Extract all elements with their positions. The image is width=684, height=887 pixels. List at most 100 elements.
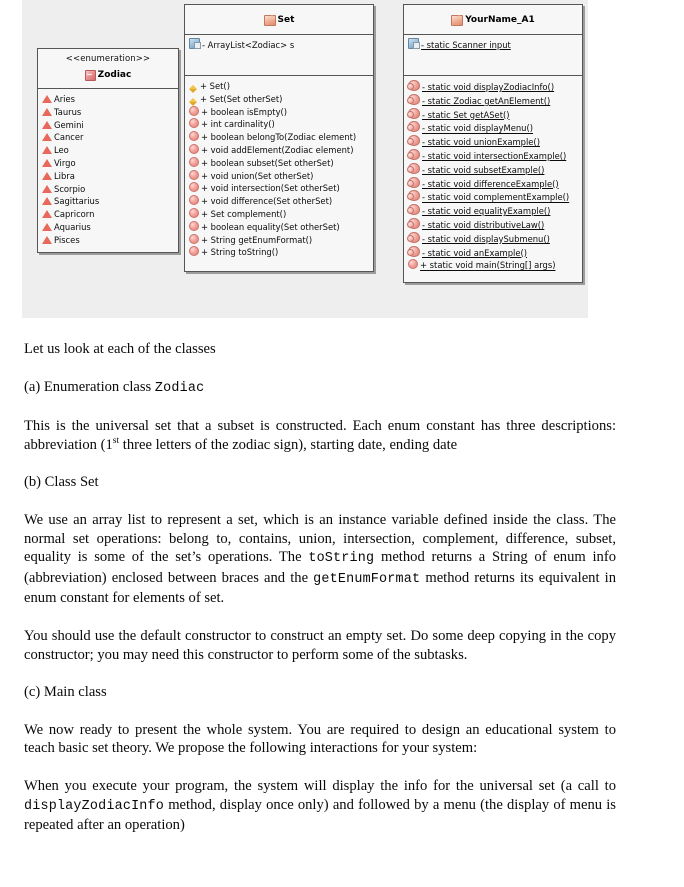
uml-member-row[interactable]: Cancer [41,131,176,144]
heading-c: (c) Main class [24,684,107,701]
uml-member-row[interactable]: - static Scanner input [407,38,580,52]
uml-member-row[interactable]: Gemini [41,119,176,132]
uml-member-row[interactable]: + void union(Set otherSet) [188,169,371,183]
uml-member-row[interactable]: + String toString() [188,246,371,259]
uml-class-box-set[interactable]: Set - ArrayList<Zodiac> s + Set() + Set(S… [184,4,374,273]
uml-member-label: - static void differenceExample() [422,178,559,189]
document-body: Let us look at each of the classes (a) E… [24,340,616,854]
method-icon [189,246,199,257]
uml-member-row[interactable]: - static void displayMenu() [407,121,580,135]
uml-member-label: Virgo [54,158,76,169]
uml-methods-section-set: + Set() + Set(Set otherSet) + boolean isEm… [185,76,373,272]
enum-constant-icon [42,107,52,116]
uml-member-row[interactable]: Taurus [41,106,176,119]
uml-member-row[interactable]: + void difference(Set otherSet) [188,195,371,208]
uml-member-row[interactable]: Leo [41,144,176,157]
uml-member-label: + String getEnumFormat() [201,234,313,245]
class-title-set: Set [277,15,295,25]
static-method-icon [407,217,420,229]
uml-member-label: + int cardinality() [201,119,275,130]
uml-member-row[interactable]: Aries [41,93,176,106]
constructor-icon [189,97,197,106]
uml-member-label: Cancer [54,132,84,143]
static-method-icon [407,231,420,243]
uml-member-row[interactable]: + void intersection(Set otherSet) [188,182,371,195]
uml-member-label: + void difference(Set otherSet) [201,196,333,207]
uml-member-row[interactable]: Aquarius [41,221,176,234]
uml-member-row[interactable]: + void addElement(Zodiac element) [188,143,371,157]
uml-member-row[interactable]: Virgo [41,157,176,170]
static-method-icon [407,176,420,188]
static-method-icon [407,80,420,91]
uml-member-label: - static void displaySubmenu() [422,233,550,244]
static-method-icon [407,245,420,257]
uml-member-row[interactable]: + int cardinality() [188,118,371,131]
uml-member-label: - static void anExample() [422,247,528,258]
uml-member-label: - static void equalityExample() [422,206,551,217]
uml-canvas: <<enumeration>> Zodiac Aries Taurus Gemini… [22,0,588,318]
uml-member-row[interactable]: - ArrayList<Zodiac> s [188,38,371,52]
uml-class-box-zodiac[interactable]: <<enumeration>> Zodiac Aries Taurus Gemini… [37,48,179,253]
uml-member-row[interactable]: - static void distributiveLaw() [407,217,580,232]
uml-diagram-panel: <<enumeration>> Zodiac Aries Taurus Gemini… [22,0,588,318]
uml-member-row[interactable]: Scorpio [41,183,176,196]
uml-member-label: - static Set getASet() [422,109,510,120]
paragraph-b-description: We use an array list to represent a set,… [24,511,616,607]
uml-member-label: - static Scanner input [421,40,511,51]
heading-a: (a) Enumeration class Zodiac [24,378,205,396]
uml-member-row[interactable]: - static Set getASet() [407,107,580,122]
uml-member-row[interactable]: - static void intersectionExample() [407,148,580,163]
uml-member-label: Aries [54,94,76,105]
uml-member-row[interactable]: Sagittarius [41,195,176,208]
uml-member-row[interactable]: + Set complement() [188,207,371,221]
method-icon [189,195,199,206]
uml-member-row[interactable]: - static void equalityExample() [407,204,580,218]
paragraph-c-execution: When you execute your program, the syste… [24,777,616,834]
uml-class-box-main[interactable]: YourName_A1 - static Scanner input - sta… [403,4,583,284]
field-icon [189,38,201,49]
class-title-zodiac: Zodiac [97,70,132,80]
uml-member-label: Sagittarius [54,196,100,207]
uml-member-label: Aquarius [54,222,91,233]
uml-member-row[interactable]: Pisces [41,234,176,247]
uml-member-label: Gemini [54,119,84,130]
uml-member-row[interactable]: - static void displaySubmenu() [407,231,580,246]
uml-member-row[interactable]: Libra [41,170,176,183]
uml-enum-constants-section: Aries Taurus Gemini Cancer Leo Virgo Libra Scor… [38,89,178,252]
uml-member-row[interactable]: + String getEnumFormat() [188,233,371,247]
uml-member-label: - static void intersectionExample() [422,151,567,162]
method-icon [189,131,199,142]
enum-constant-icon [42,133,52,142]
uml-member-label: Leo [54,145,69,156]
uml-member-row[interactable]: Capricorn [41,208,176,221]
uml-member-row[interactable]: - static void complementExample() [407,190,580,204]
uml-member-label: + void union(Set otherSet) [201,170,314,181]
static-method-icon [407,107,420,119]
method-icon [189,118,199,129]
uml-member-label: + boolean isEmpty() [201,106,288,117]
heading-b: (b) Class Set [24,474,99,491]
enum-constant-icon [42,222,52,231]
uml-member-row[interactable]: + boolean subset(Set otherSet) [188,156,371,170]
uml-member-label: + void addElement(Zodiac element) [201,145,354,156]
paragraph-c-intro: We now ready to present the whole system… [24,721,616,757]
uml-member-row[interactable]: - static void displayZodiacInfo() [407,80,580,94]
uml-member-label: - static void distributiveLaw() [422,220,545,231]
uml-member-label: + String toString() [201,247,279,258]
uml-member-row[interactable]: + Set(Set otherSet) [188,93,371,106]
uml-member-row[interactable]: - static void unionExample() [407,135,580,149]
uml-member-label: + Set(Set otherSet) [200,94,283,104]
enum-constant-icon [42,197,52,206]
uml-member-label: Capricorn [54,209,95,220]
uml-member-row[interactable]: - static void anExample() [407,245,580,260]
uml-member-row[interactable]: + Set() [188,80,371,93]
uml-member-row[interactable]: + static void main(String[] args) [407,259,580,272]
uml-member-row[interactable]: - static void subsetExample() [407,162,580,177]
uml-member-row[interactable]: + boolean equality(Set otherSet) [188,220,371,234]
uml-member-row[interactable]: + boolean belongTo(Zodiac element) [188,131,371,144]
uml-member-row[interactable]: + boolean isEmpty() [188,105,371,119]
uml-member-row[interactable]: - static void differenceExample() [407,176,580,191]
uml-member-label: - static void displayMenu() [422,123,533,134]
enum-constant-icon [42,120,52,129]
uml-member-row[interactable]: - static Zodiac getAnElement() [407,93,580,108]
